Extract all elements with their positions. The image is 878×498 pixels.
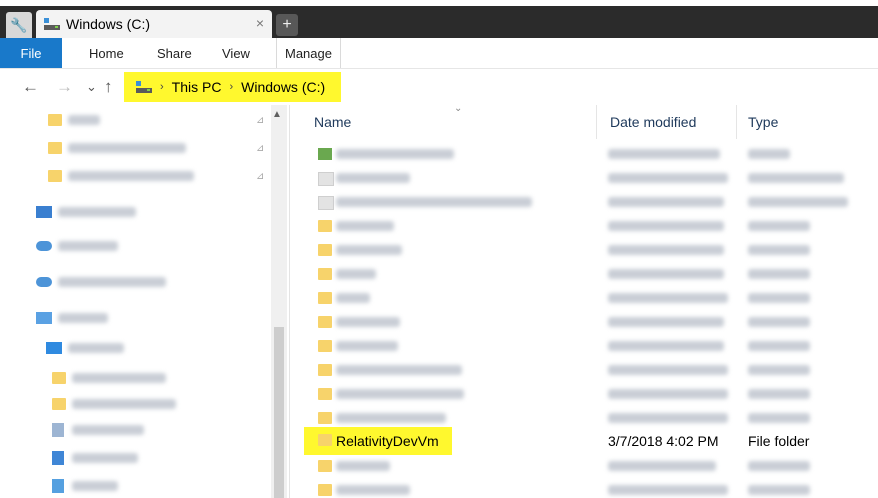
folder-icon <box>318 292 332 304</box>
file-icon <box>318 196 334 210</box>
tools-icon[interactable]: 🔧 <box>6 12 32 38</box>
nav-item[interactable] <box>52 419 144 441</box>
address-row: ← → ⌄ ↑ › This PC › Windows (C:) <box>0 69 878 106</box>
folder-icon <box>318 316 332 328</box>
folder-icon <box>318 220 332 232</box>
nav-item[interactable] <box>52 393 176 415</box>
close-icon[interactable]: × <box>256 15 264 31</box>
table-row[interactable] <box>290 215 878 237</box>
tab-bar: 🔧 Windows (C:) × + <box>0 6 878 38</box>
table-row[interactable] <box>290 479 878 498</box>
nav-item[interactable] <box>36 201 136 223</box>
ribbon: File Home Share View Manage <box>0 38 878 69</box>
documents-icon <box>52 423 64 437</box>
column-header-type[interactable]: Type <box>748 105 778 139</box>
back-button[interactable]: ← <box>22 77 39 97</box>
folder-icon <box>48 114 62 126</box>
drive-icon <box>44 18 60 30</box>
navigation-pane: ⊿ ⊿ ⊿ ▲ <box>0 105 290 498</box>
pin-icon: ⊿ <box>256 143 265 154</box>
music-icon <box>52 479 64 493</box>
tab-windows-c[interactable]: Windows (C:) × <box>36 10 272 38</box>
nav-item[interactable] <box>36 307 108 329</box>
folder-icon <box>318 244 332 256</box>
table-row[interactable] <box>290 359 878 381</box>
up-button[interactable]: ↑ <box>104 77 113 97</box>
table-row[interactable] <box>290 143 878 165</box>
drive-icon <box>136 81 152 93</box>
tab-title: Windows (C:) <box>66 16 151 32</box>
cloud-icon <box>36 241 52 251</box>
folder-icon <box>48 142 62 154</box>
file-type: File folder <box>748 433 810 449</box>
file-list: Name ⌄ Date modified Type RelativityDevV… <box>290 105 878 498</box>
breadcrumb-this-pc[interactable]: This PC <box>172 79 222 95</box>
forward-button[interactable]: → <box>56 77 73 97</box>
breadcrumb-separator: › <box>160 81 164 93</box>
breadcrumb[interactable]: › This PC › Windows (C:) <box>124 72 341 102</box>
table-row[interactable] <box>290 191 878 213</box>
library-icon <box>36 206 52 218</box>
computer-icon <box>36 312 52 324</box>
folder-icon <box>318 412 332 424</box>
nav-item[interactable] <box>36 235 118 257</box>
folder-icon <box>318 484 332 496</box>
folder-icon <box>318 434 332 446</box>
table-row[interactable] <box>290 455 878 477</box>
cloud-icon <box>36 277 52 287</box>
nav-item[interactable] <box>46 337 124 359</box>
folder-icon <box>318 388 332 400</box>
breadcrumb-windows-c[interactable]: Windows (C:) <box>241 79 325 95</box>
table-row[interactable] <box>290 335 878 357</box>
desktop-icon <box>46 342 62 354</box>
downloads-icon <box>52 451 64 465</box>
nav-item[interactable] <box>52 475 118 497</box>
file-name: RelativityDevVm <box>336 433 439 449</box>
folder-icon <box>52 372 66 384</box>
breadcrumb-separator: › <box>229 81 234 93</box>
ribbon-tab-manage[interactable]: Manage <box>276 38 341 68</box>
nav-item[interactable] <box>36 271 166 293</box>
ribbon-tab-file[interactable]: File <box>0 38 62 68</box>
pin-icon: ⊿ <box>256 115 265 126</box>
folder-icon <box>318 364 332 376</box>
recent-locations-button[interactable]: ⌄ <box>86 79 97 95</box>
nav-item[interactable] <box>48 165 194 187</box>
new-tab-button[interactable]: + <box>276 14 298 36</box>
column-header-name[interactable]: Name <box>314 105 351 139</box>
ribbon-tab-share[interactable]: Share <box>157 38 192 68</box>
table-row[interactable] <box>290 311 878 333</box>
nav-item[interactable] <box>52 367 166 389</box>
ribbon-tab-view[interactable]: View <box>222 38 250 68</box>
column-header-date-modified[interactable]: Date modified <box>610 105 696 139</box>
folder-icon <box>52 398 66 410</box>
folder-icon <box>48 170 62 182</box>
file-date-modified: 3/7/2018 4:02 PM <box>608 433 719 449</box>
nav-item[interactable] <box>52 447 138 469</box>
scroll-up-icon[interactable]: ▲ <box>272 109 282 120</box>
table-row[interactable] <box>290 167 878 189</box>
folder-icon <box>318 268 332 280</box>
sort-icon: ⌄ <box>454 105 463 114</box>
nav-item[interactable] <box>48 137 186 159</box>
nav-item[interactable] <box>48 109 100 131</box>
table-row[interactable] <box>290 287 878 309</box>
pin-icon: ⊿ <box>256 171 265 182</box>
folder-icon <box>318 340 332 352</box>
nav-scrollbar-thumb[interactable] <box>274 327 284 498</box>
file-icon <box>318 172 334 186</box>
folder-icon <box>318 460 332 472</box>
table-row[interactable] <box>290 383 878 405</box>
table-row[interactable] <box>290 407 878 429</box>
file-icon <box>318 148 332 160</box>
table-row-relativitydevvm[interactable]: RelativityDevVm 3/7/2018 4:02 PM File fo… <box>290 430 878 452</box>
ribbon-tab-home[interactable]: Home <box>89 38 124 68</box>
table-row[interactable] <box>290 263 878 285</box>
table-row[interactable] <box>290 239 878 261</box>
